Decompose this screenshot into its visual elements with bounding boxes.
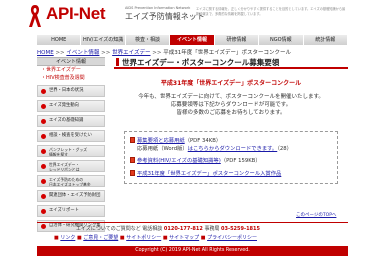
site-header: API-Net AIDS Prevention Information Netw… [0, 0, 372, 36]
bullet-icon [41, 149, 46, 154]
breadcrumb-separator: >> [101, 50, 111, 56]
header-description: エイズに関する情報を、正しく分かりやすく提供することを目的としています。エイズの… [196, 7, 346, 16]
phone-consultation: 0120-177-812 [163, 226, 203, 232]
bullet-icon [41, 89, 46, 94]
nav-item[interactable]: 研修情報 [214, 35, 260, 45]
title-marker [116, 58, 119, 66]
sidebar: イベント情報 ・世界エイズデー ・HIV検査普及週間 世界・日本の状況 エイズ発生… [37, 57, 105, 232]
download-row: 応募用紙（Word版）はこちらからダウンロードできます。（28） [137, 144, 292, 152]
sidebar-item[interactable]: エイズ発生動向 [37, 100, 105, 112]
logo-subtitle-jp: エイズ予防情報ネット [125, 12, 205, 21]
breadcrumb-separator: >> [55, 50, 65, 56]
intro-line: 今年も、世界エイズデーに向けて、ポスターコンクールを開催いたします。 [138, 94, 324, 100]
nav-item[interactable]: 検査・相談 [125, 35, 171, 45]
pdf-icon [130, 170, 135, 176]
bullet-icon [41, 134, 46, 139]
download-reference-link[interactable]: 参考資料(HIV/エイズの基礎知識等) [137, 158, 221, 164]
sidebar-item-label: 情報を探す [49, 152, 68, 157]
breadcrumb-current: 平成31年度「世界エイズデー」ポスターコンクール [163, 50, 292, 56]
intro-line: 皆様の多数のご応募をお待ちしております。 [176, 110, 286, 116]
nav-item[interactable]: HOME [37, 35, 82, 45]
nav-item[interactable]: 統計情報 [303, 35, 348, 45]
download-box: 募集要項と応募用紙（PDF 34KB） 応募用紙（Word版）はこちらからダウン… [124, 131, 338, 184]
page-title: 世界エイズデー・ポスターコンクール募集要領 [114, 57, 348, 69]
file-size: （28） [277, 146, 292, 152]
logo-subtitle-en: AIDS Prevention Information Network [125, 6, 191, 10]
sidebar-item-label: 世界・日本の状況 [49, 88, 84, 93]
sidebar-item[interactable]: 関連団体・エイズ予防財団 [37, 190, 105, 202]
sidebar-item-label: エイズの基礎知識 [49, 118, 84, 123]
bullet-icon [41, 194, 46, 199]
word-form-label: 応募用紙（Word版） [137, 146, 188, 152]
bullet-icon [41, 179, 46, 184]
bullet-icon [41, 119, 46, 124]
page-top-link[interactable]: このページのTOPへ [296, 212, 336, 218]
nav-item[interactable]: イベント情報 [170, 35, 215, 45]
sidebar-item[interactable]: エイズリポート [37, 205, 105, 217]
sidebar-item-label: エイズリポート [49, 208, 79, 213]
page-title-text: 世界エイズデー・ポスターコンクール募集要領 [122, 58, 280, 67]
site-logo[interactable]: API-Net [46, 4, 106, 24]
global-nav: HOME HIV/エイズの知識 検査・相談 イベント情報 研修情報 NGO情報 統計情報 [37, 35, 348, 45]
breadcrumb-world-aids-day[interactable]: 世界エイズデー [112, 50, 150, 56]
footer-link[interactable]: サイトマップ [169, 235, 199, 241]
sidebar-item-label: エイズ発生動向 [49, 103, 79, 108]
breadcrumb-event-info[interactable]: イベント情報 [66, 50, 99, 56]
sidebar-link-world-aids-day[interactable]: ・世界エイズデー [37, 66, 105, 74]
bullet-icon [41, 209, 46, 214]
sidebar-item-label: 日本エイズストップ基金 [49, 182, 91, 187]
sidebar-item[interactable]: 世界エイズデー・ レッドリボンとは [37, 160, 105, 172]
download-row: 参考資料(HIV/エイズの基礎知識等)（PDF 159KB） [130, 156, 261, 164]
intro-line: 応募要領等は下記からダウンロードが可能です。 [170, 102, 292, 108]
download-word-form-link[interactable]: はこちらからダウンロードできます。 [188, 146, 278, 152]
footer-link[interactable]: ご意見・ご要望 [83, 235, 118, 241]
footer-link[interactable]: サイトポリシー [126, 235, 161, 241]
sidebar-item[interactable]: エイズの基礎知識 [37, 115, 105, 127]
sidebar-item[interactable]: パンフレット・グッズ 情報を探す [37, 145, 105, 157]
sidebar-link-hiv-testing-week[interactable]: ・HIV検査普及週間 [37, 74, 105, 82]
breadcrumb-separator: >> [152, 50, 162, 56]
breadcrumb: HOME >> イベント情報 >> 世界エイズデー >> 平成31年度「世界エイ… [37, 48, 291, 56]
breadcrumb-home[interactable]: HOME [37, 50, 54, 56]
bullet-icon [41, 104, 46, 109]
sidebar-item[interactable]: 世界・日本の状況 [37, 85, 105, 97]
sidebar-item[interactable]: 相談・検査を受けたい [37, 130, 105, 142]
sidebar-item-label: 相談・検査を受けたい [49, 133, 92, 138]
download-row: 募集要項と応募用紙（PDF 34KB） [130, 136, 221, 144]
pdf-icon [130, 157, 135, 163]
download-row: 平成31年度「世界エイズデー」ポスターコンクール入賞作品 [130, 169, 281, 177]
nav-item[interactable]: NGO情報 [259, 35, 304, 45]
sidebar-item[interactable]: エイズ予防のための 日本エイズストップ基金 [37, 175, 105, 187]
bullet-icon [41, 164, 46, 169]
office-label: 事務局 [204, 226, 220, 232]
footer-divider [37, 222, 348, 223]
pdf-icon [130, 137, 135, 143]
intro-text: 今年も、世界エイズデーに向けて、ポスターコンクールを開催いたします。 応募要領等… [114, 93, 348, 117]
red-ribbon-icon [29, 5, 41, 27]
footer-contact: エイズについてのご質問など 電話相談 0120-177-812 事務局 03-5… [76, 225, 260, 232]
phone-office: 03-5259-1815 [221, 226, 260, 232]
footer-link[interactable]: リンク [60, 235, 75, 241]
sidebar-item-label: レッドリボンとは [49, 167, 80, 172]
footer-links: ■ リンク ■ ご意見・ご要望 ■ サイトポリシー ■ サイトマップ ■ プライ… [54, 234, 257, 241]
bullet-icon [41, 224, 46, 229]
winning-works-link[interactable]: 平成31年度「世界エイズデー」ポスターコンクール入賞作品 [137, 171, 281, 177]
copyright: Copyright (C) 2019 API-Net All Rights Re… [37, 246, 348, 256]
contact-label: エイズについてのご質問など 電話相談 [76, 226, 163, 232]
nav-item[interactable]: HIV/エイズの知識 [81, 35, 126, 45]
sidebar-heading: イベント情報 [37, 57, 105, 66]
footer-link[interactable]: プライバシーポリシー [207, 235, 257, 241]
sidebar-item-label: 関連団体・エイズ予防財団 [49, 193, 101, 198]
contest-heading: 平成31年度「世界エイズデー」ポスターコンクール [160, 80, 302, 87]
file-size: （PDF 159KB） [220, 158, 261, 164]
